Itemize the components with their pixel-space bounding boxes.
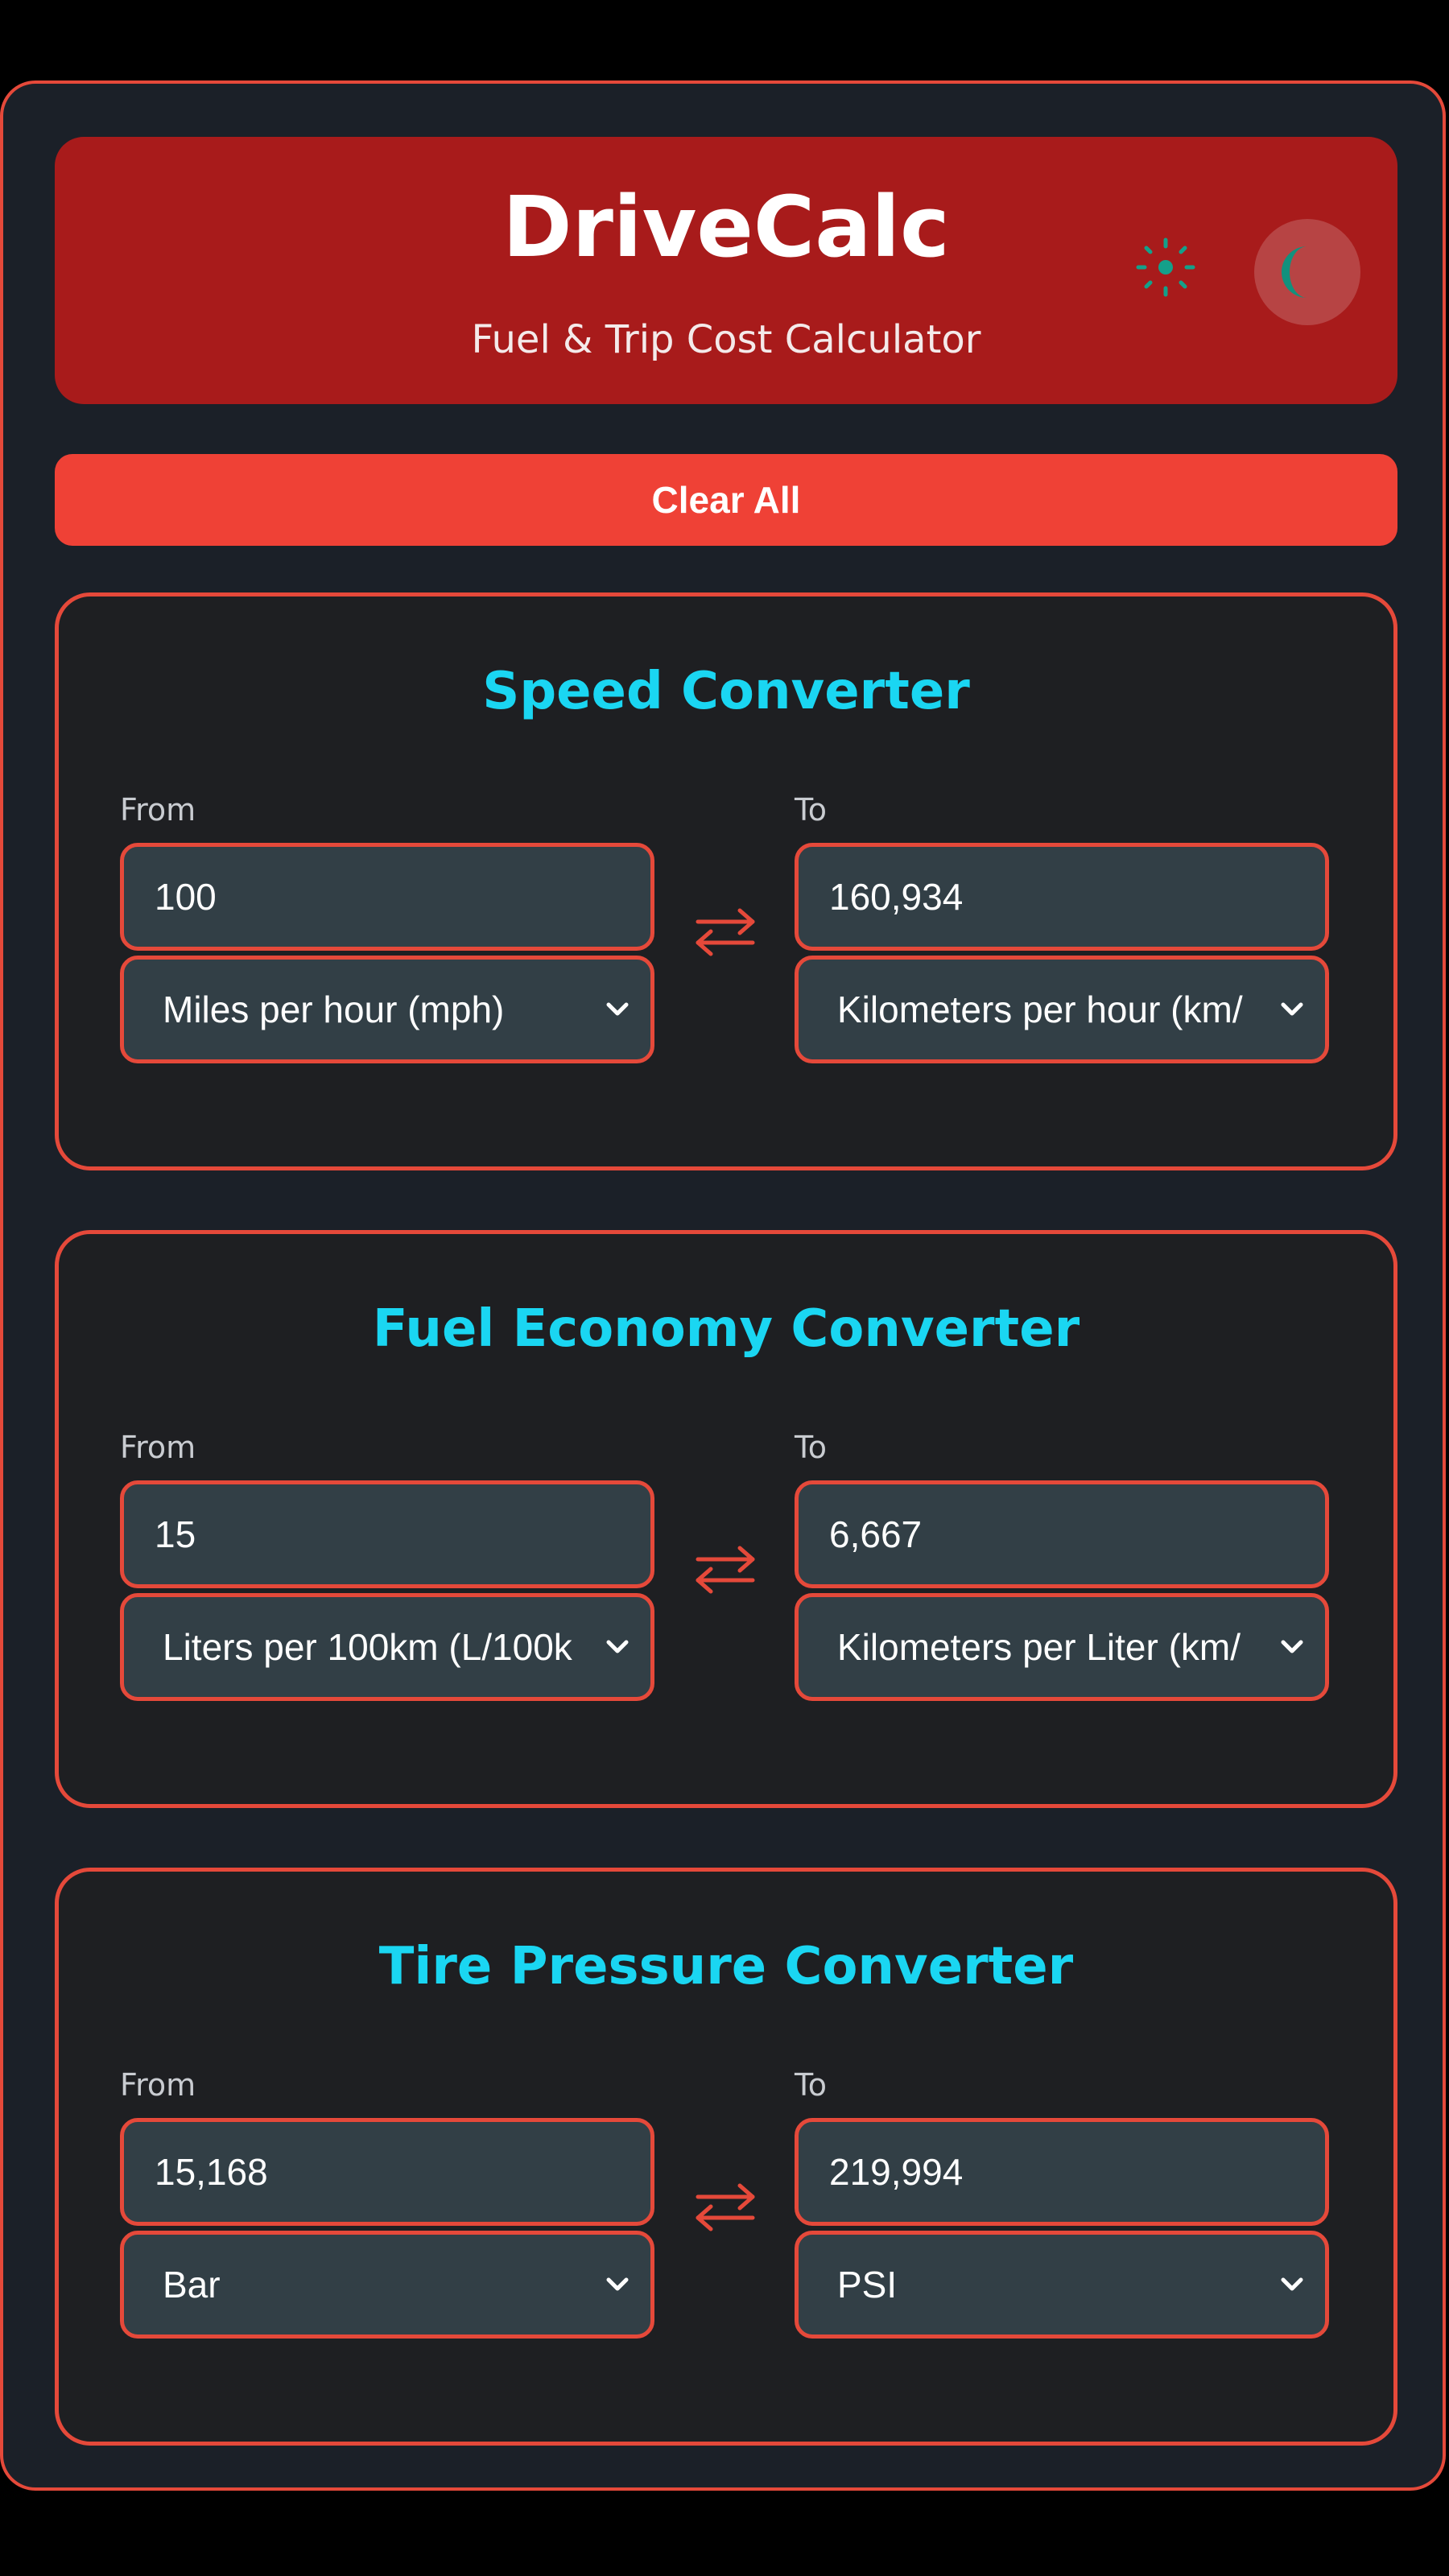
swap-arrows-icon[interactable] — [691, 2178, 759, 2235]
chevron-down-icon — [606, 1002, 629, 1016]
to-label: To — [795, 1430, 828, 1465]
swap-arrows-icon[interactable] — [691, 1540, 759, 1598]
chevron-down-icon — [1281, 1002, 1303, 1016]
card-title: Fuel Economy Converter — [372, 1299, 1080, 1359]
to-unit-selected: Kilometers per Liter (km/ — [837, 1626, 1241, 1668]
app-container: DriveCalc Fuel & Trip Cost Calculator Cl… — [0, 80, 1446, 2491]
tire-pressure-converter-card: Tire Pressure Converter From To 15,168 2… — [55, 1868, 1397, 2446]
app-header: DriveCalc Fuel & Trip Cost Calculator — [55, 137, 1397, 404]
app-subtitle: Fuel & Trip Cost Calculator — [471, 317, 981, 362]
from-unit-selected: Miles per hour (mph) — [163, 989, 505, 1030]
from-label: From — [120, 1430, 196, 1465]
card-title: Tire Pressure Converter — [378, 1937, 1074, 1996]
chevron-down-icon — [1281, 1640, 1303, 1653]
clear-all-button[interactable]: Clear All — [55, 454, 1397, 546]
to-unit-select[interactable]: PSI — [795, 2231, 1329, 2339]
chevron-down-icon — [606, 1640, 629, 1653]
to-unit-select[interactable]: Kilometers per hour (km/ — [795, 956, 1329, 1063]
to-unit-selected: PSI — [837, 2264, 898, 2306]
from-unit-selected: Bar — [163, 2264, 221, 2306]
to-unit-selected: Kilometers per hour (km/ — [837, 989, 1243, 1030]
from-unit-selected: Liters per 100km (L/100k — [163, 1626, 572, 1668]
to-value-input[interactable]: 160,934 — [795, 843, 1329, 951]
card-title: Speed Converter — [482, 662, 970, 721]
from-unit-select[interactable]: Bar — [120, 2231, 654, 2339]
moon-icon — [1282, 246, 1307, 298]
from-label: From — [120, 792, 196, 828]
to-label: To — [795, 2067, 828, 2103]
fuel-economy-converter-card: Fuel Economy Converter From To 15 6,667 … — [55, 1230, 1397, 1808]
to-value-input[interactable]: 6,667 — [795, 1480, 1329, 1588]
theme-toggle-button[interactable] — [1254, 219, 1360, 325]
to-unit-select[interactable]: Kilometers per Liter (km/ — [795, 1593, 1329, 1701]
chevron-down-icon — [606, 2277, 629, 2291]
from-value-input[interactable]: 15,168 — [120, 2118, 654, 2226]
from-value-input[interactable]: 15 — [120, 1480, 654, 1588]
sun-icon — [1133, 235, 1198, 299]
from-unit-select[interactable]: Liters per 100km (L/100k — [120, 1593, 654, 1701]
from-value-input[interactable]: 100 — [120, 843, 654, 951]
from-unit-select[interactable]: Miles per hour (mph) — [120, 956, 654, 1063]
speed-converter-card: Speed Converter From To 100 160,934 Mile… — [55, 592, 1397, 1170]
to-value-input[interactable]: 219,994 — [795, 2118, 1329, 2226]
to-label: To — [795, 792, 828, 828]
chevron-down-icon — [1281, 2277, 1303, 2291]
from-label: From — [120, 2067, 196, 2103]
swap-arrows-icon[interactable] — [691, 902, 759, 960]
